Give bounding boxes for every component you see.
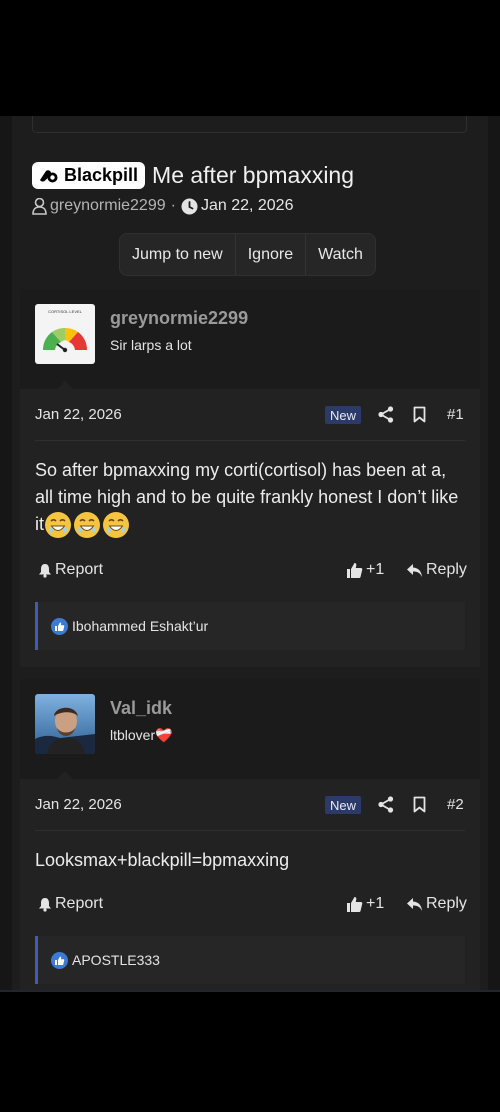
- post-2-report-button[interactable]: Report: [38, 895, 103, 913]
- reacted-by[interactable]: APOSTLE333: [72, 952, 160, 968]
- post-2-like-button[interactable]: +1: [346, 895, 384, 913]
- thread-title-row: Blackpill Me after bpmaxxing: [32, 162, 354, 189]
- post-1-username[interactable]: greynormie2299: [110, 308, 248, 329]
- share-icon[interactable]: [378, 406, 394, 423]
- grinning-sweat-emoji-icon: [103, 512, 129, 539]
- navigation-bar-area: [0, 992, 500, 1112]
- post-2-user-block: Val_idk ltblover❤️‍🩹: [20, 679, 480, 781]
- post-1-user-block: CORTISOL LEVEL greynormie2299 Sir larps …: [20, 289, 480, 391]
- report-label: Report: [55, 561, 104, 578]
- reply-icon: [407, 563, 422, 577]
- thread-prefix-badge[interactable]: Blackpill: [32, 162, 146, 189]
- thread-date[interactable]: Jan 22, 2026: [201, 197, 294, 215]
- reply-label: Reply: [426, 895, 467, 912]
- post-2-divider: [35, 830, 465, 831]
- thumbs-up-icon: [347, 562, 363, 578]
- like-count: +1: [366, 561, 385, 578]
- post-1-divider: [35, 440, 465, 441]
- reply-icon: [407, 897, 422, 911]
- thread-prefix-label: Blackpill: [64, 165, 139, 185]
- post-1: CORTISOL LEVEL greynormie2299 Sir larps …: [20, 289, 480, 667]
- bookmark-icon[interactable]: [413, 796, 426, 813]
- reacted-by[interactable]: Ibohammed Eshakt’ur: [72, 618, 208, 634]
- post-1-user-title: Sir larps a lot: [110, 337, 192, 353]
- post-2-new-badge: New: [325, 796, 362, 814]
- meta-separator: ·: [170, 197, 176, 214]
- grinning-sweat-emoji-icon: [74, 512, 100, 539]
- clock-icon: [181, 198, 198, 214]
- bell-icon: [39, 563, 51, 578]
- post-1-date[interactable]: Jan 22, 2026: [35, 406, 122, 423]
- avatar-caption: CORTISOL LEVEL: [48, 309, 82, 314]
- post-1-pointer: [55, 381, 75, 391]
- share-icon[interactable]: [378, 796, 394, 813]
- post-1-report-button[interactable]: Report: [38, 561, 103, 579]
- post-2-username[interactable]: Val_idk: [110, 698, 172, 719]
- status-bar-area: [0, 0, 500, 116]
- post-1-avatar[interactable]: CORTISOL LEVEL: [35, 304, 95, 364]
- ignore-button[interactable]: Ignore: [236, 234, 307, 275]
- like-reaction-icon: [51, 951, 68, 969]
- bell-icon: [39, 897, 51, 912]
- watch-button[interactable]: Watch: [306, 234, 375, 275]
- thread-page: Blackpill Me after bpmaxxing greynormie2…: [12, 116, 488, 992]
- page-edge-right: [488, 116, 500, 992]
- bookmark-icon[interactable]: [413, 406, 426, 423]
- post-2-reply-button[interactable]: Reply: [406, 895, 467, 913]
- post-1-number[interactable]: #1: [447, 406, 464, 423]
- post-1-reactions[interactable]: Ibohammed Eshakt’ur: [35, 602, 465, 650]
- thumbs-up-icon: [347, 896, 363, 912]
- thread-meta: greynormie2299 · Jan 22, 2026: [32, 197, 293, 215]
- profile-photo-icon: [35, 694, 95, 754]
- post-1-new-badge: New: [325, 406, 362, 424]
- post-2-user-title: ltblover❤️‍🩹: [110, 727, 173, 743]
- post-2-number[interactable]: #2: [447, 796, 464, 813]
- post-1-body: So after bpmaxxing my corti(cortisol) ha…: [35, 457, 467, 539]
- previous-block: [32, 116, 467, 133]
- blackpill-icon: [40, 169, 58, 182]
- post-2: Val_idk ltblover❤️‍🩹 Jan 22, 2026 New #2…: [20, 679, 480, 992]
- post-2-reactions[interactable]: APOSTLE333: [35, 936, 465, 984]
- grinning-sweat-emoji-group: [44, 511, 131, 539]
- post-2-date[interactable]: Jan 22, 2026: [35, 796, 122, 813]
- thread-actions: Jump to new Ignore Watch: [119, 233, 376, 276]
- user-icon: [32, 197, 47, 215]
- post-1-like-button[interactable]: +1: [346, 561, 384, 579]
- jump-to-new-button[interactable]: Jump to new: [120, 234, 236, 275]
- page-edge-left: [0, 116, 12, 992]
- post-2-body: Looksmax+blackpill=bpmaxxing: [35, 850, 290, 870]
- like-reaction-icon: [51, 617, 68, 635]
- reply-label: Reply: [426, 561, 467, 578]
- post-1-reply-button[interactable]: Reply: [406, 561, 467, 579]
- like-count: +1: [366, 895, 385, 912]
- thread-author[interactable]: greynormie2299: [50, 197, 166, 215]
- grinning-sweat-emoji-icon: [45, 512, 71, 539]
- post-2-avatar[interactable]: [35, 694, 95, 754]
- report-label: Report: [55, 895, 104, 912]
- post-2-pointer: [55, 771, 75, 781]
- thread-title: Me after bpmaxxing: [152, 162, 355, 188]
